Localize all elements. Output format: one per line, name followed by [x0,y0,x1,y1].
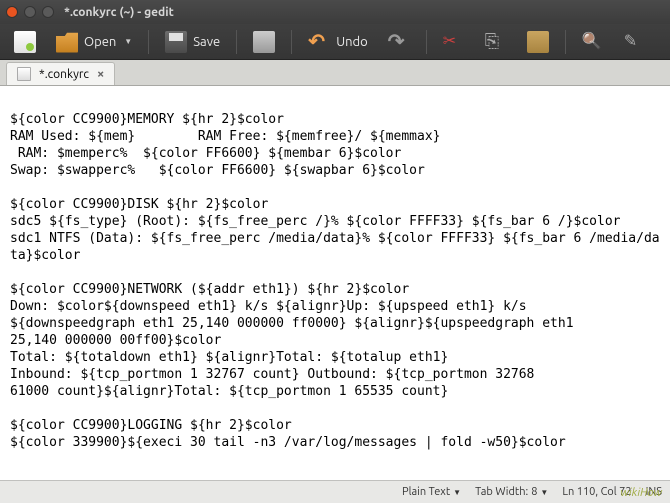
tab-width-label: Tab Width: [475,486,528,498]
tab-bar: *.conkyrc × [0,60,670,86]
maximize-window-button[interactable] [42,6,54,18]
toolbar: Open ▼ Save Undo [0,24,670,60]
toolbar-separator [148,30,149,54]
toolbar-separator [236,30,237,54]
print-button[interactable] [245,27,283,57]
open-icon [56,31,78,53]
paste-button[interactable] [519,27,557,57]
redo-icon [388,31,410,53]
syntax-mode-label: Plain Text [402,486,450,498]
save-label: Save [193,35,220,49]
redo-button[interactable] [380,27,418,57]
replace-button[interactable] [616,27,654,57]
copy-button[interactable] [477,27,515,57]
undo-label: Undo [336,35,368,49]
syntax-mode-selector[interactable]: Plain Text ▼ [402,486,461,498]
watermark: wikiHow [620,487,662,499]
file-icon [17,67,31,81]
find-icon [582,31,604,53]
close-window-button[interactable] [6,6,18,18]
save-button[interactable]: Save [157,27,228,57]
close-tab-icon[interactable]: × [97,67,104,81]
toolbar-separator [291,30,292,54]
undo-icon [308,31,330,53]
copy-icon [485,31,507,53]
status-bar: Plain Text ▼ Tab Width: 8 ▼ Ln 110, Col … [0,480,670,503]
window-controls [6,6,54,18]
save-icon [165,31,187,53]
toolbar-separator [426,30,427,54]
open-dropdown-arrow[interactable]: ▼ [124,37,132,46]
tab-width-selector[interactable]: Tab Width: 8 ▼ [475,486,548,498]
minimize-window-button[interactable] [24,6,36,18]
tab-width-value: 8 [531,486,537,498]
chevron-down-icon: ▼ [453,488,461,497]
chevron-down-icon: ▼ [540,488,548,497]
window-title: *.conkyrc (~) - gedit [64,6,174,19]
cut-button[interactable] [435,27,473,57]
tab-conkyrc[interactable]: *.conkyrc × [6,62,115,85]
tab-label: *.conkyrc [39,68,89,81]
new-file-button[interactable] [6,27,44,57]
paste-icon [527,31,549,53]
editor-area[interactable]: ${color CC9900}MEMORY ${hr 2}$color RAM … [0,86,670,480]
undo-button[interactable]: Undo [300,27,376,57]
toolbar-separator [565,30,566,54]
find-button[interactable] [574,27,612,57]
window-titlebar: *.conkyrc (~) - gedit [0,0,670,24]
new-file-icon [14,31,36,53]
print-icon [253,31,275,53]
replace-icon [624,31,646,53]
open-label: Open [84,35,116,49]
cut-icon [443,31,465,53]
open-button[interactable]: Open ▼ [48,27,140,57]
